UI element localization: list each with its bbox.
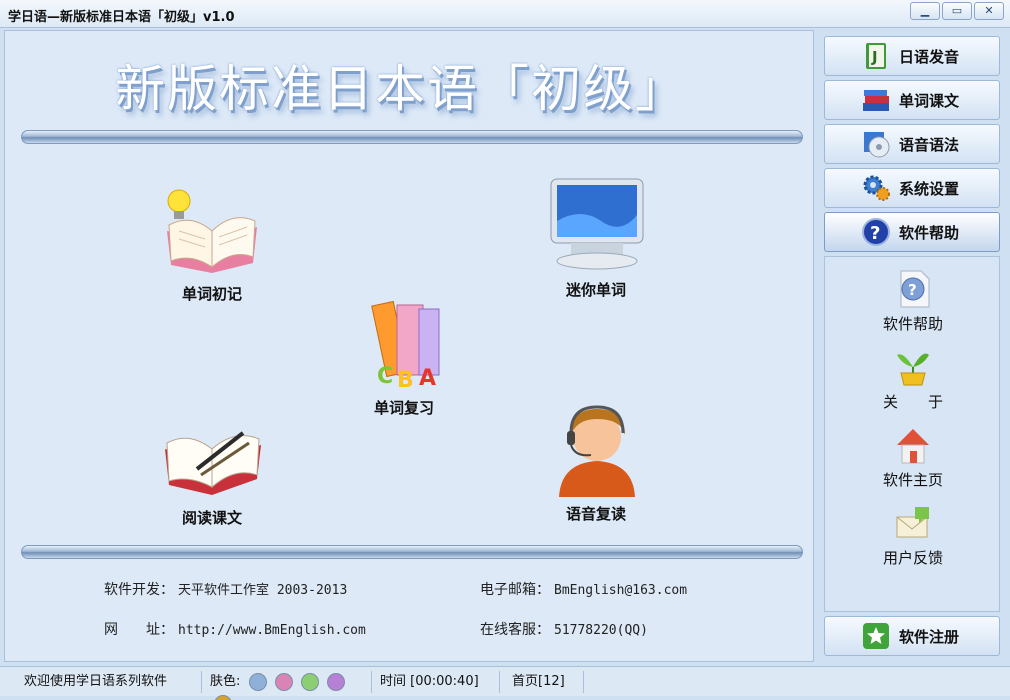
feature-voice-repeat[interactable]: 语音复读 (531, 401, 661, 524)
skin-swatch-green[interactable] (300, 672, 319, 691)
status-time: 时间 [00:00:40] (372, 671, 500, 693)
svg-text:?: ? (908, 281, 917, 299)
window-controls: ▁ ▭ ✕ (910, 2, 1004, 20)
divider-bar-bottom (21, 545, 803, 559)
support-info: 在线客服： 51778220(QQ) (480, 619, 648, 639)
book-pen-icon (157, 405, 267, 501)
sidebar: J 日语发音 单词课文 语音语法 系统设置 ? 软件帮助 ? 软件帮助 关 于 … (818, 30, 1006, 662)
feedback-envelope-icon (893, 503, 933, 543)
window-title: 学日语—新版标准日本语「初级」v1.0 (8, 10, 235, 25)
support-value: 51778220(QQ) (554, 623, 648, 638)
headset-agent-icon (541, 401, 651, 497)
home-icon (893, 425, 933, 465)
feature-read-text[interactable]: 阅读课文 (147, 405, 277, 528)
open-book-lightbulb-icon (157, 181, 267, 277)
developer-value: 天平软件工作室 2003-2013 (178, 583, 348, 598)
email-info: 电子邮箱： BmEnglish@163.com (480, 579, 687, 599)
nav-label: 系统设置 (899, 179, 960, 198)
register-button[interactable]: 软件注册 (824, 616, 1000, 656)
nav-voice-grammar[interactable]: 语音语法 (824, 124, 1000, 164)
maximize-button[interactable]: ▭ (942, 2, 972, 20)
sprout-pot-icon (893, 347, 933, 387)
abc-books-icon: C B A (349, 295, 459, 393)
books-stack-icon (861, 85, 891, 115)
skin-swatch-blue[interactable] (248, 672, 267, 691)
email-label: 电子邮箱： (480, 582, 550, 598)
title-bar: 学日语—新版标准日本语「初级」v1.0 ▁ ▭ ✕ (0, 0, 1010, 28)
submenu-label: 软件主页 (882, 471, 943, 489)
submenu-label: 软件帮助 (882, 315, 943, 333)
gears-icon (861, 173, 891, 203)
feature-label: 迷你单词 (565, 281, 626, 299)
register-label: 软件注册 (899, 627, 960, 646)
minimize-button[interactable]: ▁ (910, 2, 940, 20)
skin-swatch-orange[interactable] (214, 694, 232, 700)
feature-label: 单词复习 (373, 399, 434, 417)
svg-text:B: B (397, 368, 414, 391)
feature-word-learn[interactable]: 单词初记 (147, 181, 277, 304)
close-button[interactable]: ✕ (974, 2, 1004, 20)
skin-swatch-purple[interactable] (326, 672, 345, 691)
help-circle-icon: ? (861, 217, 891, 247)
feature-mini-words[interactable]: 迷你单词 (531, 177, 661, 300)
nav-label: 日语发音 (899, 47, 960, 66)
help-document-icon: ? (893, 269, 933, 309)
submenu-software-help[interactable]: ? 软件帮助 (825, 269, 1001, 334)
help-submenu: ? 软件帮助 关 于 软件主页 用户反馈 (824, 256, 1000, 612)
feature-word-review[interactable]: C B A 单词复习 (339, 295, 469, 418)
status-bar: 欢迎使用学日语系列软件 肤色: 时间 [00:00:40] 首页[12] (0, 666, 1010, 700)
nav-software-help[interactable]: ? 软件帮助 (824, 212, 1000, 252)
nav-label: 单词课文 (899, 91, 960, 110)
j-notebook-icon: J (861, 41, 891, 71)
nav-words-texts[interactable]: 单词课文 (824, 80, 1000, 120)
website-info: 网 址： http://www.BmEnglish.com (104, 619, 366, 639)
skin-label: 肤色: (210, 674, 241, 689)
submenu-label: 关 于 (882, 393, 943, 411)
email-value[interactable]: BmEnglish@163.com (554, 583, 687, 598)
divider-bar-top (21, 130, 803, 144)
status-welcome: 欢迎使用学日语系列软件 (16, 671, 202, 693)
page-title: 新版标准日本语「初级」 (115, 60, 687, 118)
skin-selector: 肤色: (202, 671, 372, 700)
feature-label: 阅读课文 (181, 509, 242, 527)
nav-system-settings[interactable]: 系统设置 (824, 168, 1000, 208)
support-label: 在线客服： (480, 622, 550, 638)
cd-music-icon (861, 129, 891, 159)
nav-japanese-pronunciation[interactable]: J 日语发音 (824, 36, 1000, 76)
svg-text:C: C (377, 364, 393, 389)
website-link[interactable]: http://www.BmEnglish.com (178, 623, 366, 638)
feature-label: 语音复读 (565, 505, 626, 523)
star-register-icon (861, 621, 891, 651)
svg-text:?: ? (870, 223, 880, 244)
developer-info: 软件开发： 天平软件工作室 2003-2013 (104, 579, 347, 599)
submenu-about[interactable]: 关 于 (825, 347, 1001, 412)
nav-label: 语音语法 (899, 135, 960, 154)
submenu-homepage[interactable]: 软件主页 (825, 425, 1001, 490)
svg-text:A: A (419, 366, 436, 391)
website-label: 网 址： (104, 622, 174, 638)
status-page: 首页[12] (504, 671, 584, 693)
skin-swatch-pink[interactable] (274, 672, 293, 691)
feature-label: 单词初记 (181, 285, 242, 303)
monitor-icon (541, 177, 651, 273)
nav-label: 软件帮助 (899, 223, 960, 242)
developer-label: 软件开发： (104, 582, 174, 598)
submenu-label: 用户反馈 (882, 549, 943, 567)
main-panel: 新版标准日本语「初级」 单词初记 迷你单词 C B A 单词复习 阅读课文 语音… (4, 30, 814, 662)
svg-text:J: J (871, 48, 878, 66)
submenu-user-feedback[interactable]: 用户反馈 (825, 503, 1001, 568)
